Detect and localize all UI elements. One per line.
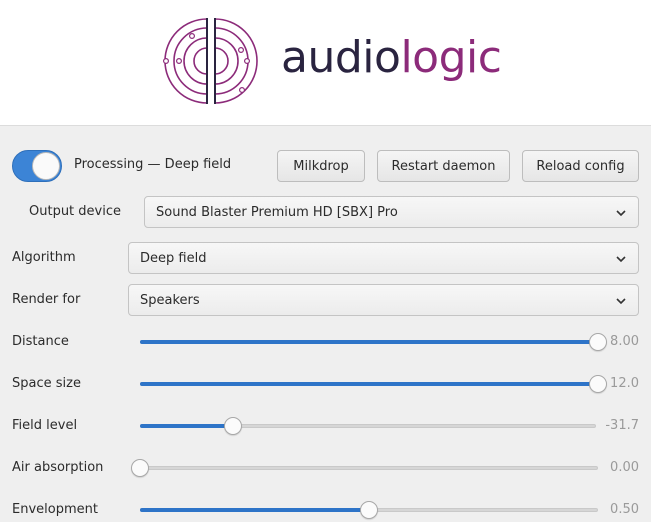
slider-fill xyxy=(140,340,598,344)
chevron-down-icon xyxy=(616,298,626,305)
app-header: audiologic xyxy=(0,0,651,126)
slider-fill xyxy=(140,508,369,512)
concentric-rings-logo-icon xyxy=(163,18,258,104)
slider-handle[interactable] xyxy=(360,501,378,519)
slider-handle[interactable] xyxy=(224,417,243,435)
slider-fill xyxy=(140,424,234,428)
field-level-slider[interactable] xyxy=(140,416,596,436)
toggle-knob xyxy=(32,152,60,180)
air-absorption-label: Air absorption xyxy=(12,460,104,475)
distance-value: 8.00 xyxy=(610,334,639,349)
field-level-label: Field level xyxy=(12,418,78,433)
brand-name-part2: logic xyxy=(400,32,502,83)
envelopment-label: Envelopment xyxy=(12,502,98,517)
render-for-label: Render for xyxy=(12,292,81,307)
chevron-down-icon xyxy=(616,256,626,263)
slider-track xyxy=(140,466,598,470)
field-level-value: -31.7 xyxy=(605,418,639,433)
brand-name-part1: audio xyxy=(281,32,401,83)
render-for-value: Speakers xyxy=(140,292,200,308)
brand-wordmark: audiologic xyxy=(281,28,502,88)
space-size-label: Space size xyxy=(12,376,81,391)
distance-label: Distance xyxy=(12,334,69,349)
output-device-select[interactable]: Sound Blaster Premium HD [SBX] Pro xyxy=(144,196,639,228)
processing-toggle[interactable] xyxy=(12,150,62,182)
space-size-value: 12.0 xyxy=(610,376,639,391)
output-device-label: Output device xyxy=(29,204,121,219)
slider-fill xyxy=(140,382,598,386)
distance-slider[interactable] xyxy=(140,332,607,352)
slider-handle[interactable] xyxy=(131,459,149,477)
algorithm-select[interactable]: Deep field xyxy=(128,242,639,274)
reload-config-button[interactable]: Reload config xyxy=(522,150,639,182)
chevron-down-icon xyxy=(616,210,626,217)
milkdrop-button[interactable]: Milkdrop xyxy=(277,150,365,182)
processing-label: Processing — Deep field xyxy=(74,157,232,172)
space-size-slider[interactable] xyxy=(140,374,607,394)
algorithm-value: Deep field xyxy=(140,250,207,266)
render-for-select[interactable]: Speakers xyxy=(128,284,639,316)
restart-daemon-button[interactable]: Restart daemon xyxy=(377,150,510,182)
slider-handle[interactable] xyxy=(589,375,607,393)
air-absorption-slider[interactable] xyxy=(131,458,598,478)
air-absorption-value: 0.00 xyxy=(610,460,639,475)
output-device-value: Sound Blaster Premium HD [SBX] Pro xyxy=(156,204,398,220)
envelopment-slider[interactable] xyxy=(140,500,598,520)
algorithm-label: Algorithm xyxy=(12,250,76,265)
envelopment-value: 0.50 xyxy=(610,502,639,517)
slider-handle[interactable] xyxy=(589,333,607,351)
